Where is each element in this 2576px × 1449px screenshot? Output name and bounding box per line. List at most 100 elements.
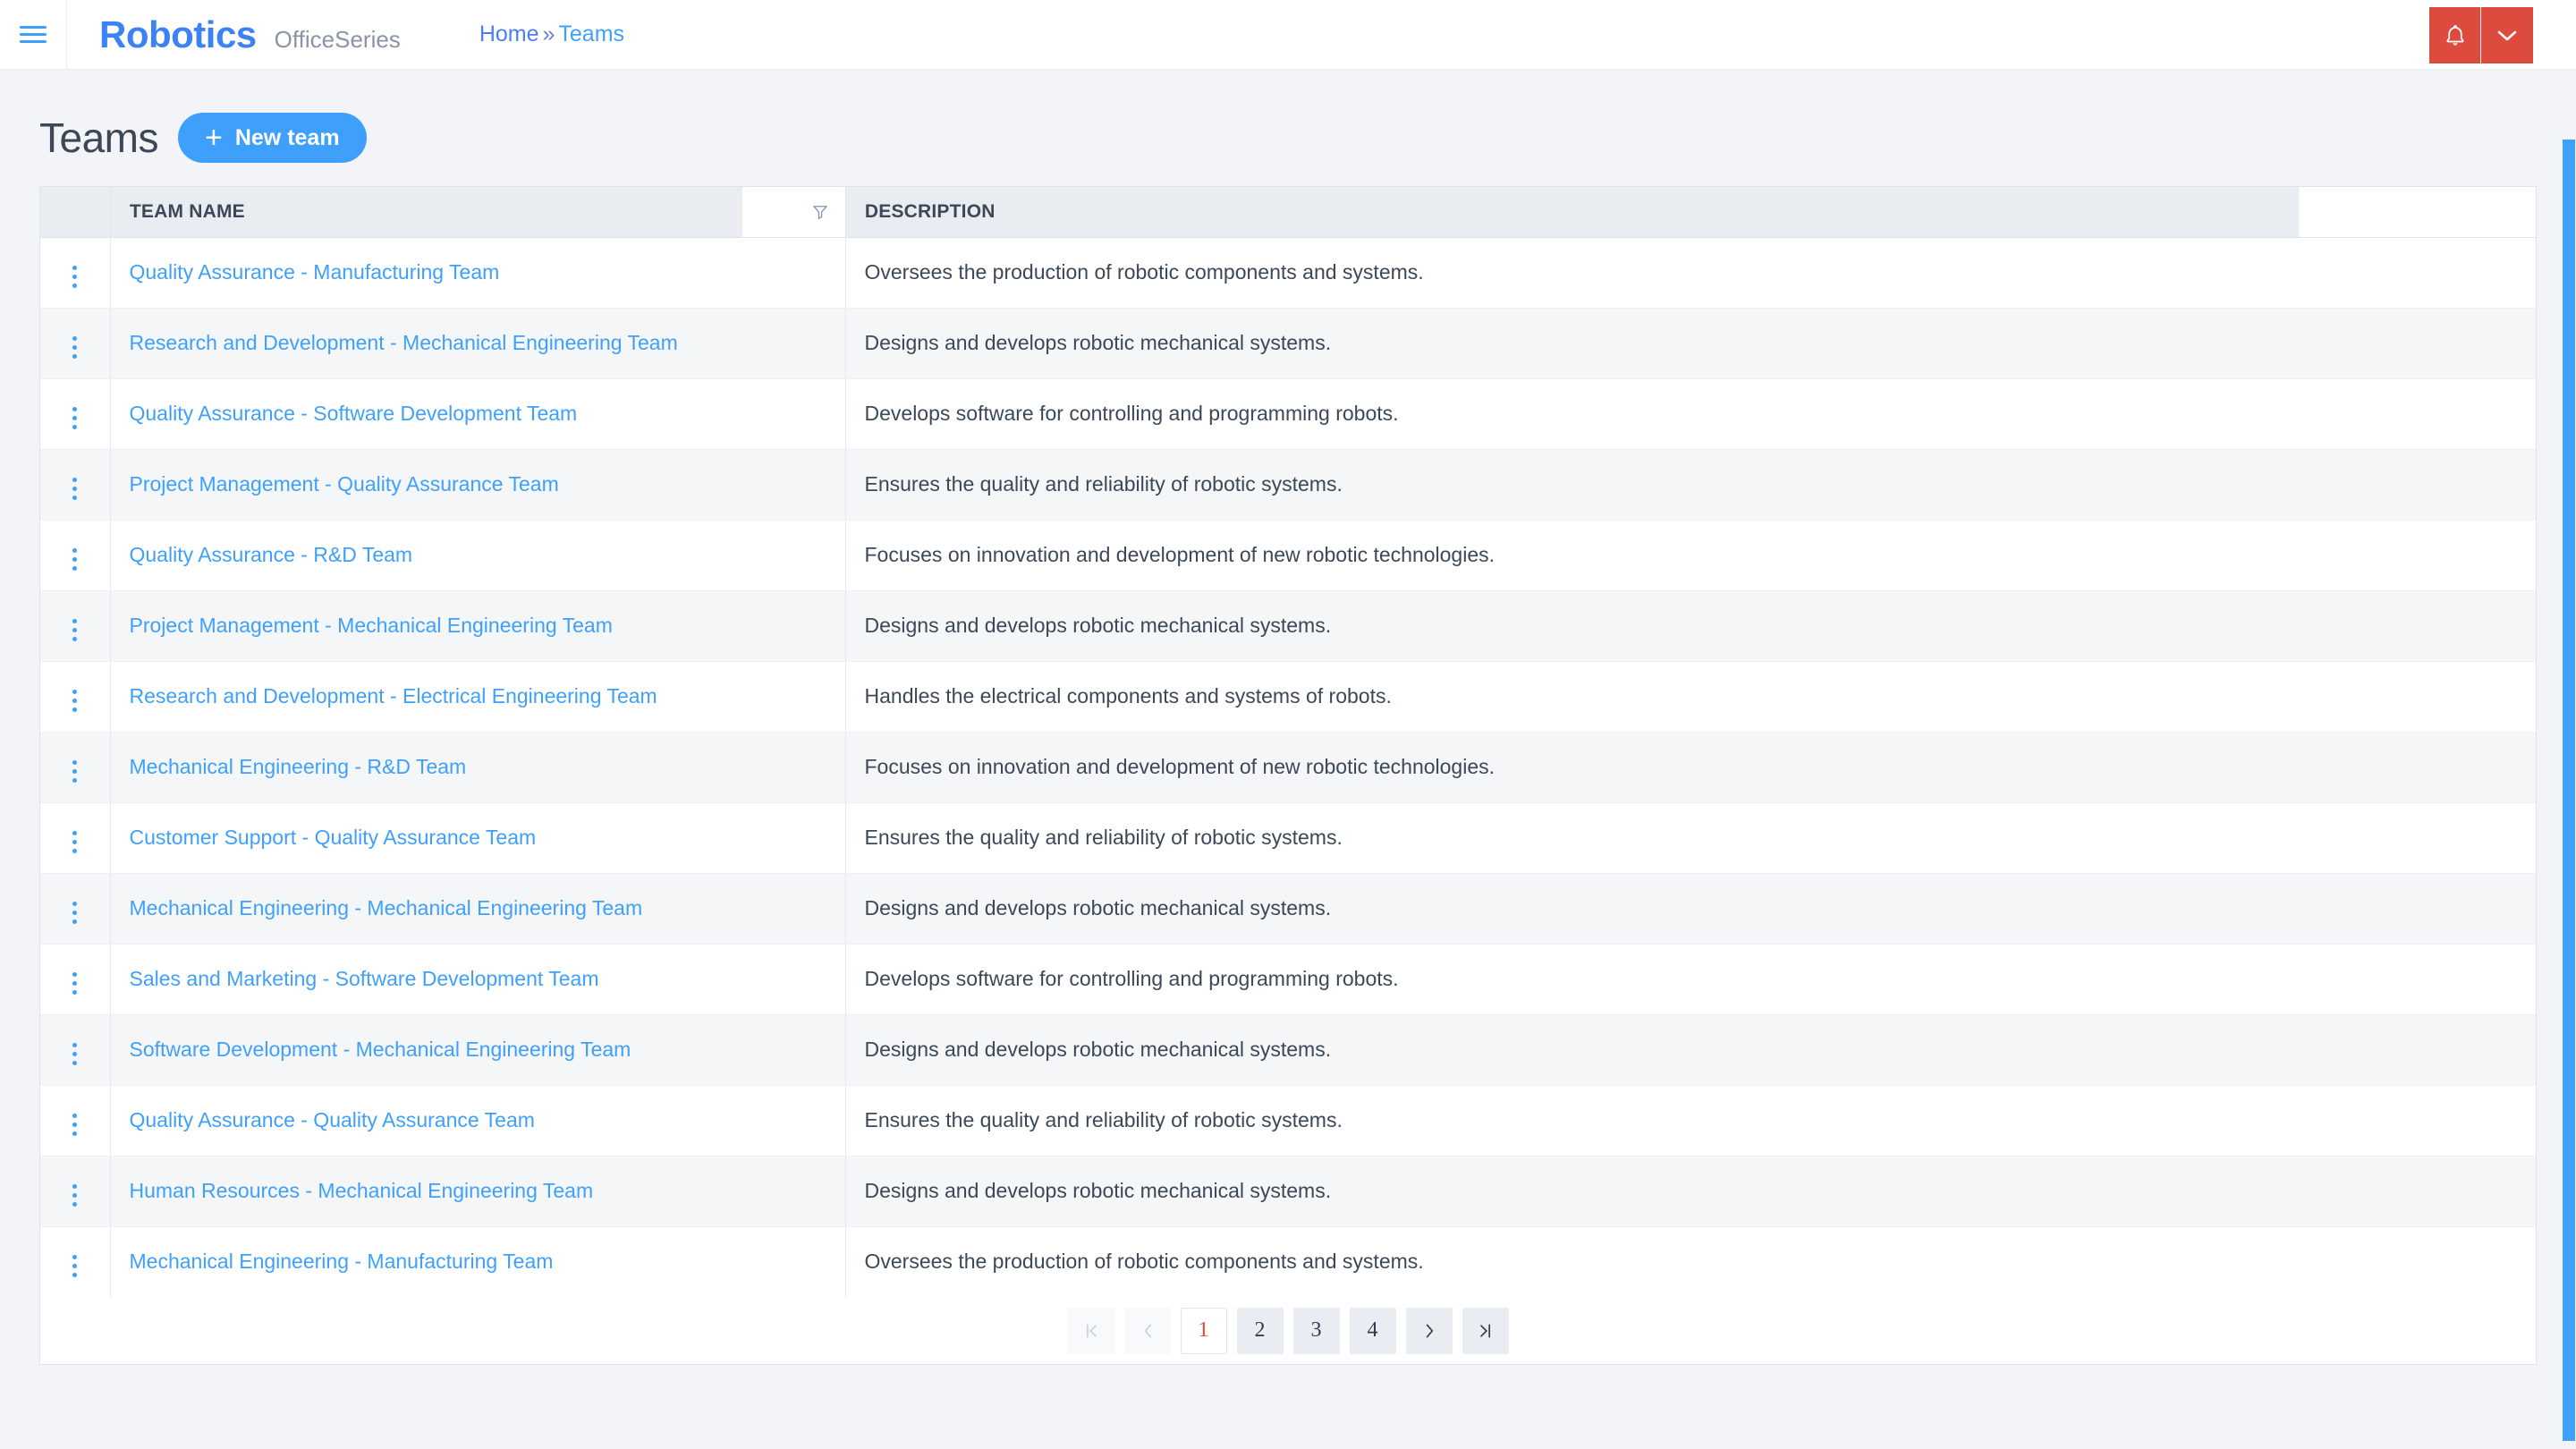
hamburger-icon	[20, 21, 47, 47]
team-name-link[interactable]: Quality Assurance - Quality Assurance Te…	[130, 1108, 535, 1131]
teams-table-card: TEAM NAME DESCRIPTION Quality Assurance …	[39, 186, 2537, 1365]
team-name-link[interactable]: Software Development - Mechanical Engine…	[130, 1038, 631, 1061]
page-content: Teams + New team TEAM NAME DESCRIPTION Q…	[0, 70, 2576, 1449]
pagination-prev-button[interactable]	[1123, 1307, 1171, 1354]
kebab-menu-icon[interactable]	[67, 826, 82, 859]
pagination: 1 2 3 4	[40, 1297, 2536, 1364]
team-name-link[interactable]: Quality Assurance - Software Development…	[130, 402, 578, 425]
notifications-dropdown-button[interactable]	[2481, 7, 2533, 64]
table-header-row: TEAM NAME DESCRIPTION	[40, 187, 2536, 238]
team-name-link[interactable]: Research and Development - Mechanical En…	[130, 331, 678, 354]
pagination-page-3[interactable]: 3	[1292, 1307, 1340, 1354]
kebab-menu-icon[interactable]	[67, 260, 82, 293]
pagination-page-1[interactable]: 1	[1180, 1307, 1227, 1354]
brand-subtitle: OfficeSeries	[274, 25, 401, 53]
table-row: Software Development - Mechanical Engine…	[40, 1014, 2536, 1086]
team-name-link[interactable]: Human Resources - Mechanical Engineering…	[130, 1179, 594, 1202]
column-header-description[interactable]: DESCRIPTION	[845, 187, 2300, 238]
hamburger-menu-button[interactable]	[0, 0, 66, 70]
kebab-menu-icon[interactable]	[67, 755, 82, 788]
team-name-link[interactable]: Mechanical Engineering - Manufacturing T…	[130, 1250, 554, 1273]
chevron-right-icon	[1426, 1324, 1433, 1337]
kebab-menu-icon[interactable]	[67, 684, 82, 717]
team-description-cell: Ensures the quality and reliability of r…	[845, 1085, 2536, 1157]
team-name-cell: Research and Development - Mechanical En…	[110, 308, 846, 379]
team-name-cell: Quality Assurance - Quality Assurance Te…	[110, 1085, 846, 1157]
team-name-link[interactable]: Quality Assurance - Manufacturing Team	[130, 260, 500, 284]
bell-icon	[2445, 24, 2464, 46]
table-row: Mechanical Engineering - Manufacturing T…	[40, 1226, 2536, 1297]
team-name-cell: Project Management - Mechanical Engineer…	[110, 590, 846, 662]
last-page-icon	[1479, 1324, 1490, 1337]
topbar-actions	[2429, 7, 2533, 64]
teams-table-head: TEAM NAME DESCRIPTION	[40, 187, 2536, 238]
page-title: Teams	[39, 114, 158, 161]
row-menu-cell	[40, 732, 111, 803]
team-name-link[interactable]: Project Management - Quality Assurance T…	[130, 472, 559, 496]
team-name-link[interactable]: Research and Development - Electrical En…	[130, 684, 657, 708]
pagination-next-button[interactable]	[1405, 1307, 1453, 1354]
kebab-menu-icon[interactable]	[67, 543, 82, 576]
table-row: Human Resources - Mechanical Engineering…	[40, 1156, 2536, 1227]
kebab-menu-icon[interactable]	[67, 614, 82, 647]
kebab-menu-icon[interactable]	[67, 402, 82, 435]
pagination-page-4[interactable]: 4	[1349, 1307, 1396, 1354]
team-name-cell: Customer Support - Quality Assurance Tea…	[110, 802, 846, 874]
row-menu-cell	[40, 1085, 111, 1157]
column-header-description-label: DESCRIPTION	[864, 200, 996, 222]
kebab-menu-icon[interactable]	[67, 331, 82, 364]
teams-table-body: Quality Assurance - Manufacturing Team Ov…	[40, 237, 2536, 1297]
team-description-cell: Develops software for controlling and pr…	[845, 378, 2536, 450]
plus-icon: +	[204, 121, 223, 155]
team-name-link[interactable]: Quality Assurance - R&D Team	[130, 543, 413, 566]
team-description-cell: Designs and develops robotic mechanical …	[845, 873, 2536, 945]
kebab-menu-icon[interactable]	[67, 967, 82, 1000]
team-name-cell: Mechanical Engineering - Manufacturing T…	[110, 1226, 846, 1297]
column-header-team-name[interactable]: TEAM NAME	[110, 187, 827, 238]
pagination-first-button[interactable]	[1067, 1307, 1114, 1354]
team-description-cell: Designs and develops robotic mechanical …	[845, 308, 2536, 379]
team-description-cell: Designs and develops robotic mechanical …	[845, 1156, 2536, 1227]
kebab-menu-icon[interactable]	[67, 896, 82, 929]
row-menu-cell	[40, 308, 111, 379]
team-description-cell: Develops software for controlling and pr…	[845, 944, 2536, 1015]
table-row: Quality Assurance - Manufacturing Team Ov…	[40, 237, 2536, 309]
team-name-cell: Sales and Marketing - Software Developme…	[110, 944, 846, 1015]
brand-area: Robotics OfficeSeries	[67, 13, 401, 56]
row-menu-cell	[40, 378, 111, 450]
filter-icon[interactable]	[811, 203, 829, 221]
team-description-cell: Handles the electrical components and sy…	[845, 661, 2536, 733]
row-menu-cell	[40, 1226, 111, 1297]
team-name-link[interactable]: Project Management - Mechanical Engineer…	[130, 614, 613, 637]
top-navigation-bar: Robotics OfficeSeries Home» Teams	[0, 0, 2576, 70]
notifications-button[interactable]	[2429, 7, 2481, 64]
team-description-cell: Focuses on innovation and development of…	[845, 520, 2536, 591]
team-name-cell: Software Development - Mechanical Engine…	[110, 1014, 846, 1086]
kebab-menu-icon[interactable]	[67, 1038, 82, 1071]
column-header-menu	[40, 187, 111, 238]
chevron-left-icon	[1144, 1324, 1151, 1337]
kebab-menu-icon[interactable]	[67, 1108, 82, 1141]
team-name-link[interactable]: Mechanical Engineering - Mechanical Engi…	[130, 896, 643, 919]
row-menu-cell	[40, 449, 111, 521]
page-scrollbar-thumb[interactable]	[2563, 140, 2575, 1441]
kebab-menu-icon[interactable]	[67, 472, 82, 505]
first-page-icon	[1086, 1324, 1097, 1337]
team-name-link[interactable]: Customer Support - Quality Assurance Tea…	[130, 826, 537, 849]
page-scrollbar[interactable]	[2562, 140, 2576, 1449]
table-row: Customer Support - Quality Assurance Tea…	[40, 802, 2536, 874]
kebab-menu-icon[interactable]	[67, 1250, 82, 1283]
team-description-cell: Designs and develops robotic mechanical …	[845, 1014, 2536, 1086]
breadcrumb-home-link[interactable]: Home	[479, 21, 539, 47]
team-name-link[interactable]: Sales and Marketing - Software Developme…	[130, 967, 599, 990]
brand-title: Robotics	[99, 13, 257, 55]
kebab-menu-icon[interactable]	[67, 1179, 82, 1212]
team-name-cell: Research and Development - Electrical En…	[110, 661, 846, 733]
team-name-cell: Human Resources - Mechanical Engineering…	[110, 1156, 846, 1227]
row-menu-cell	[40, 1156, 111, 1227]
pagination-page-2[interactable]: 2	[1236, 1307, 1284, 1354]
team-description-cell: Ensures the quality and reliability of r…	[845, 802, 2536, 874]
team-name-link[interactable]: Mechanical Engineering - R&D Team	[130, 755, 467, 778]
new-team-button[interactable]: + New team	[177, 113, 367, 163]
pagination-last-button[interactable]	[1462, 1307, 1509, 1354]
